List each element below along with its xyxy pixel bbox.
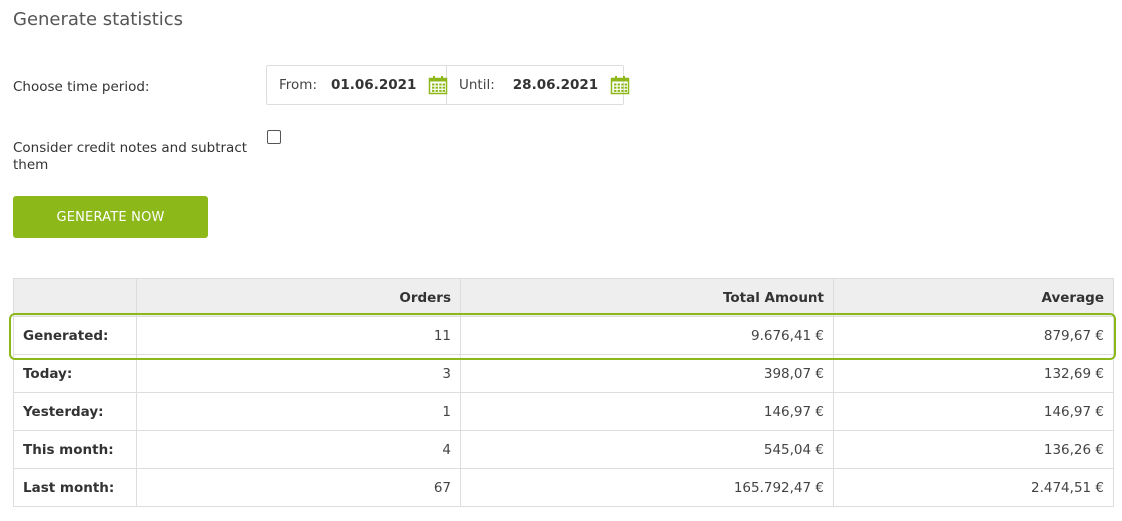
header-orders: Orders [136,278,461,317]
credit-notes-label: Consider credit notes and subtract them [13,140,248,173]
row-label: Today: [13,354,137,393]
table-row-yesterday: Yesterday: 1 146,97 € 146,97 € [13,392,1114,431]
average-cell: 2.474,51 € [833,468,1114,507]
total-amount-cell: 165.792,47 € [460,468,834,507]
table-header-row: Orders Total Amount Average [13,278,1114,317]
until-date-field[interactable]: Until: 28.06.2021 [447,66,630,104]
calendar-icon[interactable] [610,75,630,95]
statistics-table: Orders Total Amount Average Generated: 1… [13,278,1114,507]
table-row-this-month: This month: 4 545,04 € 136,26 € [13,430,1114,469]
header-average: Average [833,278,1114,317]
row-label: Last month: [13,468,137,507]
generate-now-button[interactable]: GENERATE NOW [13,196,208,238]
total-amount-cell: 545,04 € [460,430,834,469]
table-row-last-month: Last month: 67 165.792,47 € 2.474,51 € [13,468,1114,507]
average-cell: 132,69 € [833,354,1114,393]
total-amount-cell: 146,97 € [460,392,834,431]
orders-cell: 11 [136,316,461,355]
header-blank [13,278,137,317]
average-cell: 136,26 € [833,430,1114,469]
calendar-icon[interactable] [428,75,448,95]
total-amount-cell: 9.676,41 € [460,316,834,355]
row-label: This month: [13,430,137,469]
orders-cell: 3 [136,354,461,393]
header-total-amount: Total Amount [460,278,834,317]
from-date-value[interactable]: 01.06.2021 [331,77,416,93]
total-amount-cell: 398,07 € [460,354,834,393]
date-range-picker: From: 01.06.2021 Until: 28.06.2021 [266,65,630,105]
from-date-field[interactable]: From: 01.06.2021 [267,66,448,104]
until-label: Until: [459,77,495,93]
row-label: Generated: [13,316,137,355]
credit-notes-checkbox[interactable] [267,130,281,144]
from-label: From: [279,77,317,93]
row-label: Yesterday: [13,392,137,431]
time-period-label: Choose time period: [13,79,150,95]
table-row-generated: Generated: 11 9.676,41 € 879,67 € [13,316,1114,355]
orders-cell: 67 [136,468,461,507]
orders-cell: 1 [136,392,461,431]
average-cell: 146,97 € [833,392,1114,431]
average-cell: 879,67 € [833,316,1114,355]
page-title: Generate statistics [13,9,184,30]
orders-cell: 4 [136,430,461,469]
until-date-value[interactable]: 28.06.2021 [513,77,598,93]
table-row-today: Today: 3 398,07 € 132,69 € [13,354,1114,393]
